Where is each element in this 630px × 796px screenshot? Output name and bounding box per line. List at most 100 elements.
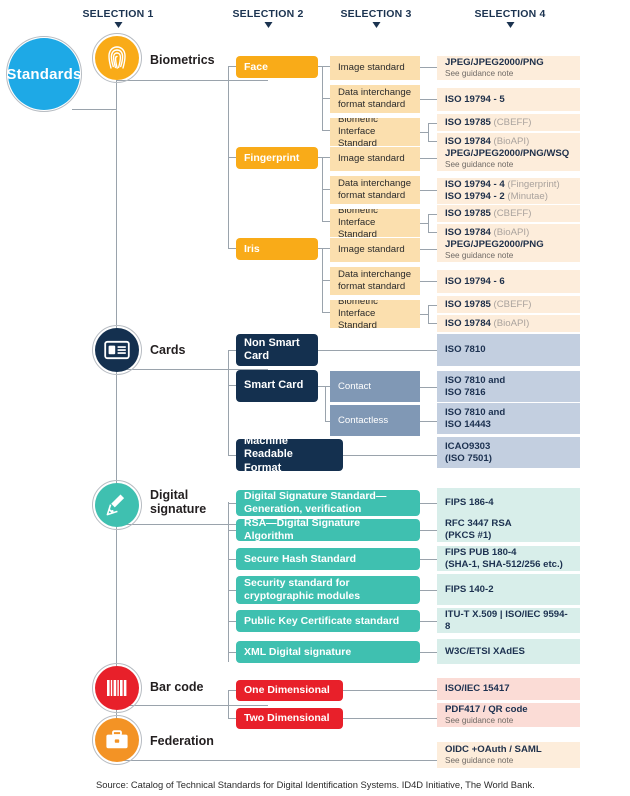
node-digital-signature-3[interactable]: Security standard for cryptographic modul… [236, 576, 420, 604]
column-header-label: SELECTION 4 [474, 8, 546, 20]
node-face-image-standard[interactable]: Image standard [330, 56, 420, 80]
connector [322, 248, 330, 249]
value-face-cbeff[interactable]: ISO 19785 (CBEFF) [437, 114, 580, 131]
connector [420, 281, 437, 282]
caret-down-icon [263, 22, 272, 28]
value-contact[interactable]: ISO 7810 and ISO 7816 [437, 371, 580, 402]
node-iris[interactable]: Iris [236, 238, 318, 260]
node-machine-readable-format[interactable]: Machine Readable Format [236, 439, 343, 471]
connector [322, 157, 330, 158]
value-iris-cbeff[interactable]: ISO 19785 (CBEFF) [437, 296, 580, 313]
connector [428, 214, 429, 232]
column-header-selection-4: SELECTION 4 [474, 8, 545, 28]
barcode-icon[interactable] [95, 666, 139, 710]
value-one-dimensional[interactable]: ISO/IEC 15417 [437, 678, 580, 700]
node-fingerprint-bio-interface[interactable]: Biometric Interface Standard [330, 209, 420, 237]
connector [343, 718, 437, 719]
node-two-dimensional[interactable]: Two Dimensional [236, 708, 343, 729]
node-iris-dif-standard[interactable]: Data interchange format standard [330, 267, 420, 295]
connector [343, 455, 437, 456]
node-non-smart-card[interactable]: Non Smart Card [236, 334, 318, 366]
connector-branch-biometrics [116, 80, 268, 81]
value-digital-signature-0[interactable]: FIPS 186-4 [437, 488, 580, 517]
connector-branch-barcode [116, 705, 268, 706]
category-label-digital-signature: Digital signature [150, 488, 207, 517]
node-fingerprint[interactable]: Fingerprint [236, 147, 318, 169]
value-contactless[interactable]: ISO 7810 and ISO 14443 [437, 403, 580, 434]
connector [428, 141, 437, 142]
category-label-federation: Federation [150, 734, 214, 748]
signature-pen-icon[interactable] [95, 483, 139, 527]
connector [420, 314, 428, 315]
value-digital-signature-1[interactable]: RFC 3447 RSA (PKCS #1) [437, 517, 580, 542]
node-one-dimensional[interactable]: One Dimensional [236, 680, 343, 701]
node-digital-signature-1[interactable]: RSA—Digital Signature Algorithm [236, 519, 420, 541]
connector [420, 503, 437, 504]
value-iris-dif-standard[interactable]: ISO 19794 - 6 [437, 270, 580, 293]
category-label-barcode: Bar code [150, 680, 204, 694]
node-contactless[interactable]: Contactless [330, 405, 420, 436]
connector [420, 132, 428, 133]
connector [420, 67, 437, 68]
connector [420, 652, 437, 653]
root-node-standards[interactable]: Standards [6, 38, 82, 110]
value-face-image-standard[interactable]: JPEG/JPEG2000/PNG See guidance note [437, 56, 580, 80]
connector-face-row2 [322, 98, 330, 99]
connector [420, 249, 437, 250]
category-label-cards: Cards [150, 343, 186, 357]
value-non-smart-card[interactable]: ISO 7810 [437, 334, 580, 366]
connector [322, 312, 330, 313]
node-iris-bio-interface[interactable]: Biometric Interface Standard [330, 300, 420, 328]
node-smart-card[interactable]: Smart Card [236, 370, 318, 402]
connector-spine [116, 80, 117, 760]
value-fingerprint-image-standard[interactable]: JPEG/JPEG2000/PNG/WSQ See guidance note [437, 147, 580, 171]
node-fingerprint-image-standard[interactable]: Image standard [330, 147, 420, 171]
column-header-label: SELECTION 2 [232, 8, 304, 20]
value-face-dif-standard[interactable]: ISO 19794 - 5 [437, 88, 580, 111]
column-header-label: SELECTION 1 [82, 8, 154, 20]
connector [322, 189, 330, 190]
connector-barcode-col2 [228, 690, 229, 718]
value-federation[interactable]: OIDC +OAuth / SAML See guidance note [437, 742, 580, 768]
node-digital-signature-4[interactable]: Public Key Certificate standard [236, 610, 420, 632]
connector [420, 99, 437, 100]
node-face-bio-interface[interactable]: Biometric Interface Standard [330, 118, 420, 146]
node-face[interactable]: Face [236, 56, 318, 78]
connector [428, 232, 437, 233]
value-digital-signature-2[interactable]: FIPS PUB 180-4 (SHA-1, SHA-512/256 etc.) [437, 546, 580, 571]
root-node-label: Standards [6, 65, 82, 83]
value-iris-bioapi[interactable]: ISO 19784 (BioAPI) [437, 315, 580, 332]
value-fingerprint-cbeff[interactable]: ISO 19785 (CBEFF) [437, 205, 580, 222]
node-face-dif-standard[interactable]: Data interchange format standard [330, 85, 420, 113]
connector [420, 559, 437, 560]
briefcase-icon[interactable] [95, 718, 139, 762]
column-header-selection-2: SELECTION 2 [232, 8, 303, 28]
connector [428, 214, 437, 215]
value-digital-signature-3[interactable]: FIPS 140-2 [437, 574, 580, 605]
node-digital-signature-5[interactable]: XML Digital signature [236, 641, 420, 663]
value-two-dimensional[interactable]: PDF417 / QR code See guidance note [437, 703, 580, 727]
source-note: Source: Catalog of Technical Standards f… [96, 779, 535, 790]
connector [428, 323, 437, 324]
connector [420, 158, 437, 159]
value-iris-image-standard[interactable]: JPEG/JPEG2000/PNG See guidance note [437, 238, 580, 262]
value-digital-signature-4[interactable]: ITU-T X.509 | ISO/IEC 9594-8 [437, 608, 580, 633]
id-card-icon[interactable] [95, 328, 139, 372]
connector [428, 305, 437, 306]
value-digital-signature-5[interactable]: W3C/ETSI XAdES [437, 639, 580, 664]
connector-cards-col2 [228, 350, 229, 455]
node-contact[interactable]: Contact [330, 371, 420, 402]
value-fingerprint-dif-standard[interactable]: ISO 19794 - 4 (Fingerprint) ISO 19794 - 2… [437, 178, 580, 204]
value-machine-readable-format[interactable]: ICAO9303 (ISO 7501) [437, 437, 580, 468]
node-digital-signature-2[interactable]: Secure Hash Standard [236, 548, 420, 570]
node-digital-signature-0[interactable]: Digital Signature Standard— Generation, v… [236, 490, 420, 516]
column-header-label: SELECTION 3 [340, 8, 412, 20]
connector [343, 690, 437, 691]
connector-root-stem [72, 109, 116, 110]
fingerprint-icon[interactable] [95, 36, 139, 80]
connector [420, 190, 437, 191]
connector-face-row3 [322, 130, 330, 131]
connector [420, 621, 437, 622]
node-fingerprint-dif-standard[interactable]: Data interchange format standard [330, 176, 420, 204]
node-iris-image-standard[interactable]: Image standard [330, 238, 420, 262]
